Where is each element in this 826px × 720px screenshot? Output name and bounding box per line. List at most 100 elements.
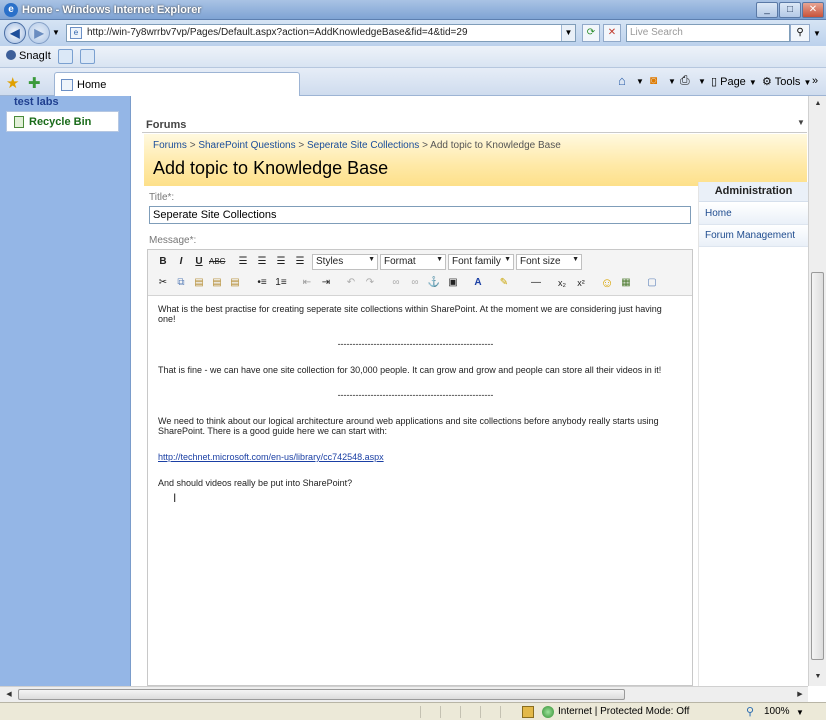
font-family-select-label: Font family	[452, 256, 501, 267]
forward-button[interactable]: ▶	[28, 22, 50, 44]
bullet-list-icon[interactable]: •≡	[254, 275, 270, 291]
home-icon[interactable]: ⌂	[618, 73, 626, 88]
paste-icon[interactable]: ▤	[191, 275, 207, 291]
zoom-level[interactable]: 100%	[764, 706, 790, 717]
maximize-button[interactable]: □	[779, 2, 801, 18]
admin-link-home[interactable]: Home	[699, 203, 808, 225]
feeds-dropdown-icon[interactable]: ▼	[668, 77, 676, 86]
redo-icon[interactable]: ↷	[362, 275, 378, 291]
paste-text-icon[interactable]: ▤	[209, 275, 225, 291]
search-options-dropdown-icon[interactable]: ▼	[813, 29, 821, 38]
back-button[interactable]: ◀	[4, 22, 26, 44]
superscript-icon[interactable]: x²	[573, 275, 589, 291]
paste-word-icon[interactable]: ▤	[227, 275, 243, 291]
address-url[interactable]: http://win-7y8wrrbv7vp/Pages/Default.asp…	[87, 27, 468, 38]
admin-link-forum-management[interactable]: Forum Management	[699, 225, 808, 247]
vertical-scroll-thumb[interactable]	[811, 272, 824, 660]
align-center-icon[interactable]: ☰	[254, 254, 270, 270]
undo-icon[interactable]: ↶	[343, 275, 359, 291]
page-menu-icon: ▯	[711, 76, 721, 88]
html-source-icon[interactable]: ▢	[644, 275, 660, 291]
copy-icon[interactable]: ⧉	[173, 275, 189, 291]
security-zone-text[interactable]: Internet | Protected Mode: Off	[558, 706, 689, 717]
technet-link[interactable]: http://technet.microsoft.com/en-us/libra…	[158, 452, 384, 462]
styles-select[interactable]: Styles ▼	[312, 254, 378, 270]
outdent-icon[interactable]: ⇤	[299, 275, 315, 291]
font-color-icon[interactable]: A	[470, 275, 486, 291]
cut-icon[interactable]: ✂	[155, 275, 171, 291]
minimize-button[interactable]: _	[756, 2, 778, 18]
internet-zone-icon	[542, 706, 554, 718]
breadcrumb-current: Add topic to Knowledge Base	[430, 140, 561, 151]
feeds-icon[interactable]: ◙	[650, 73, 657, 87]
image-icon[interactable]: ▣	[445, 275, 461, 291]
snagit-window-icon[interactable]	[58, 49, 73, 64]
indent-icon[interactable]: ⇥	[318, 275, 334, 291]
strikethrough-button[interactable]: ABC	[209, 254, 225, 270]
zoom-icon[interactable]: ⚲	[746, 705, 754, 718]
snagit-edit-icon[interactable]	[80, 49, 95, 64]
address-bar[interactable]: e http://win-7y8wrrbv7vp/Pages/Default.a…	[66, 24, 576, 42]
ie-logo-icon: e	[4, 3, 18, 17]
favorites-star-icon[interactable]: ★	[6, 74, 19, 92]
recent-pages-dropdown-icon[interactable]: ▼	[52, 28, 60, 37]
media-icon[interactable]: ▦	[618, 275, 634, 291]
tab-home[interactable]: Home	[54, 72, 300, 96]
smiley-icon[interactable]: ☺	[599, 275, 615, 291]
stop-button[interactable]: ✕	[603, 24, 621, 42]
align-left-icon[interactable]: ☰	[235, 254, 251, 270]
vertical-scrollbar[interactable]: ▲ ▼	[808, 96, 826, 686]
breadcrumb-forums[interactable]: Forums	[153, 140, 187, 151]
format-select-label: Format	[384, 256, 416, 267]
underline-button[interactable]: U	[191, 254, 207, 270]
refresh-button[interactable]: ⟳	[582, 24, 600, 42]
justify-icon[interactable]: ☰	[292, 254, 308, 270]
search-input[interactable]: Live Search	[626, 24, 790, 42]
align-right-icon[interactable]: ☰	[273, 254, 289, 270]
separator-line: ----------------------------------------…	[337, 390, 494, 400]
font-size-select[interactable]: Font size ▼	[516, 254, 582, 270]
breadcrumb-sharepoint-questions[interactable]: SharePoint Questions	[198, 140, 295, 151]
scroll-right-icon[interactable]: ▶	[792, 687, 808, 703]
section-menu-icon[interactable]: ▼	[797, 118, 805, 127]
breadcrumb-separator: >	[298, 140, 305, 151]
add-favorites-icon[interactable]: ✚	[28, 74, 41, 92]
scroll-left-icon[interactable]: ◀	[1, 687, 17, 703]
anchor-icon[interactable]: ⚓	[426, 275, 442, 291]
scroll-down-icon[interactable]: ▼	[810, 669, 826, 685]
search-button[interactable]: ⚲	[790, 24, 810, 42]
popup-blocker-icon[interactable]	[522, 706, 534, 718]
format-select[interactable]: Format ▼	[380, 254, 446, 270]
unlink-icon[interactable]: ∞	[407, 275, 423, 291]
print-icon[interactable]: ⎙	[680, 73, 690, 88]
chevron-down-icon: ▼	[748, 78, 757, 87]
tools-menu[interactable]: ⚙ Tools ▼	[762, 75, 811, 88]
zoom-dropdown-icon[interactable]: ▼	[796, 708, 804, 717]
print-dropdown-icon[interactable]: ▼	[698, 77, 706, 86]
subscript-icon[interactable]: x₂	[554, 275, 570, 291]
nav-recycle-bin[interactable]: Recycle Bin	[6, 111, 119, 132]
numbered-list-icon[interactable]: 1≡	[273, 275, 289, 291]
editor-content[interactable]: What is the best practise for creating s…	[158, 304, 673, 488]
gear-icon: ⚙	[762, 76, 775, 88]
address-dropdown-icon[interactable]: ▼	[561, 25, 575, 41]
title-field[interactable]: Seperate Site Collections	[149, 206, 691, 224]
highlight-icon[interactable]: ✎	[496, 275, 512, 291]
italic-button[interactable]: I	[173, 254, 189, 270]
horizontal-rule-icon[interactable]: —	[528, 275, 544, 291]
font-size-select-label: Font size	[520, 256, 561, 267]
link-icon[interactable]: ∞	[388, 275, 404, 291]
font-family-select[interactable]: Font family ▼	[448, 254, 514, 270]
snagit-button[interactable]: SnagIt	[6, 50, 51, 62]
toolbar-overflow-icon[interactable]: »	[812, 75, 818, 87]
bold-button[interactable]: B	[155, 254, 171, 270]
breadcrumb-thread[interactable]: Seperate Site Collections	[307, 140, 419, 151]
page-menu[interactable]: ▯ Page ▼	[711, 75, 757, 88]
home-dropdown-icon[interactable]: ▼	[636, 77, 644, 86]
horizontal-scrollbar[interactable]: ◀ ▶	[0, 686, 808, 702]
horizontal-scroll-thumb[interactable]	[18, 689, 625, 700]
scroll-up-icon[interactable]: ▲	[810, 96, 826, 112]
close-window-button[interactable]: ✕	[802, 2, 824, 18]
nav-test-labs[interactable]: test labs	[14, 96, 59, 108]
